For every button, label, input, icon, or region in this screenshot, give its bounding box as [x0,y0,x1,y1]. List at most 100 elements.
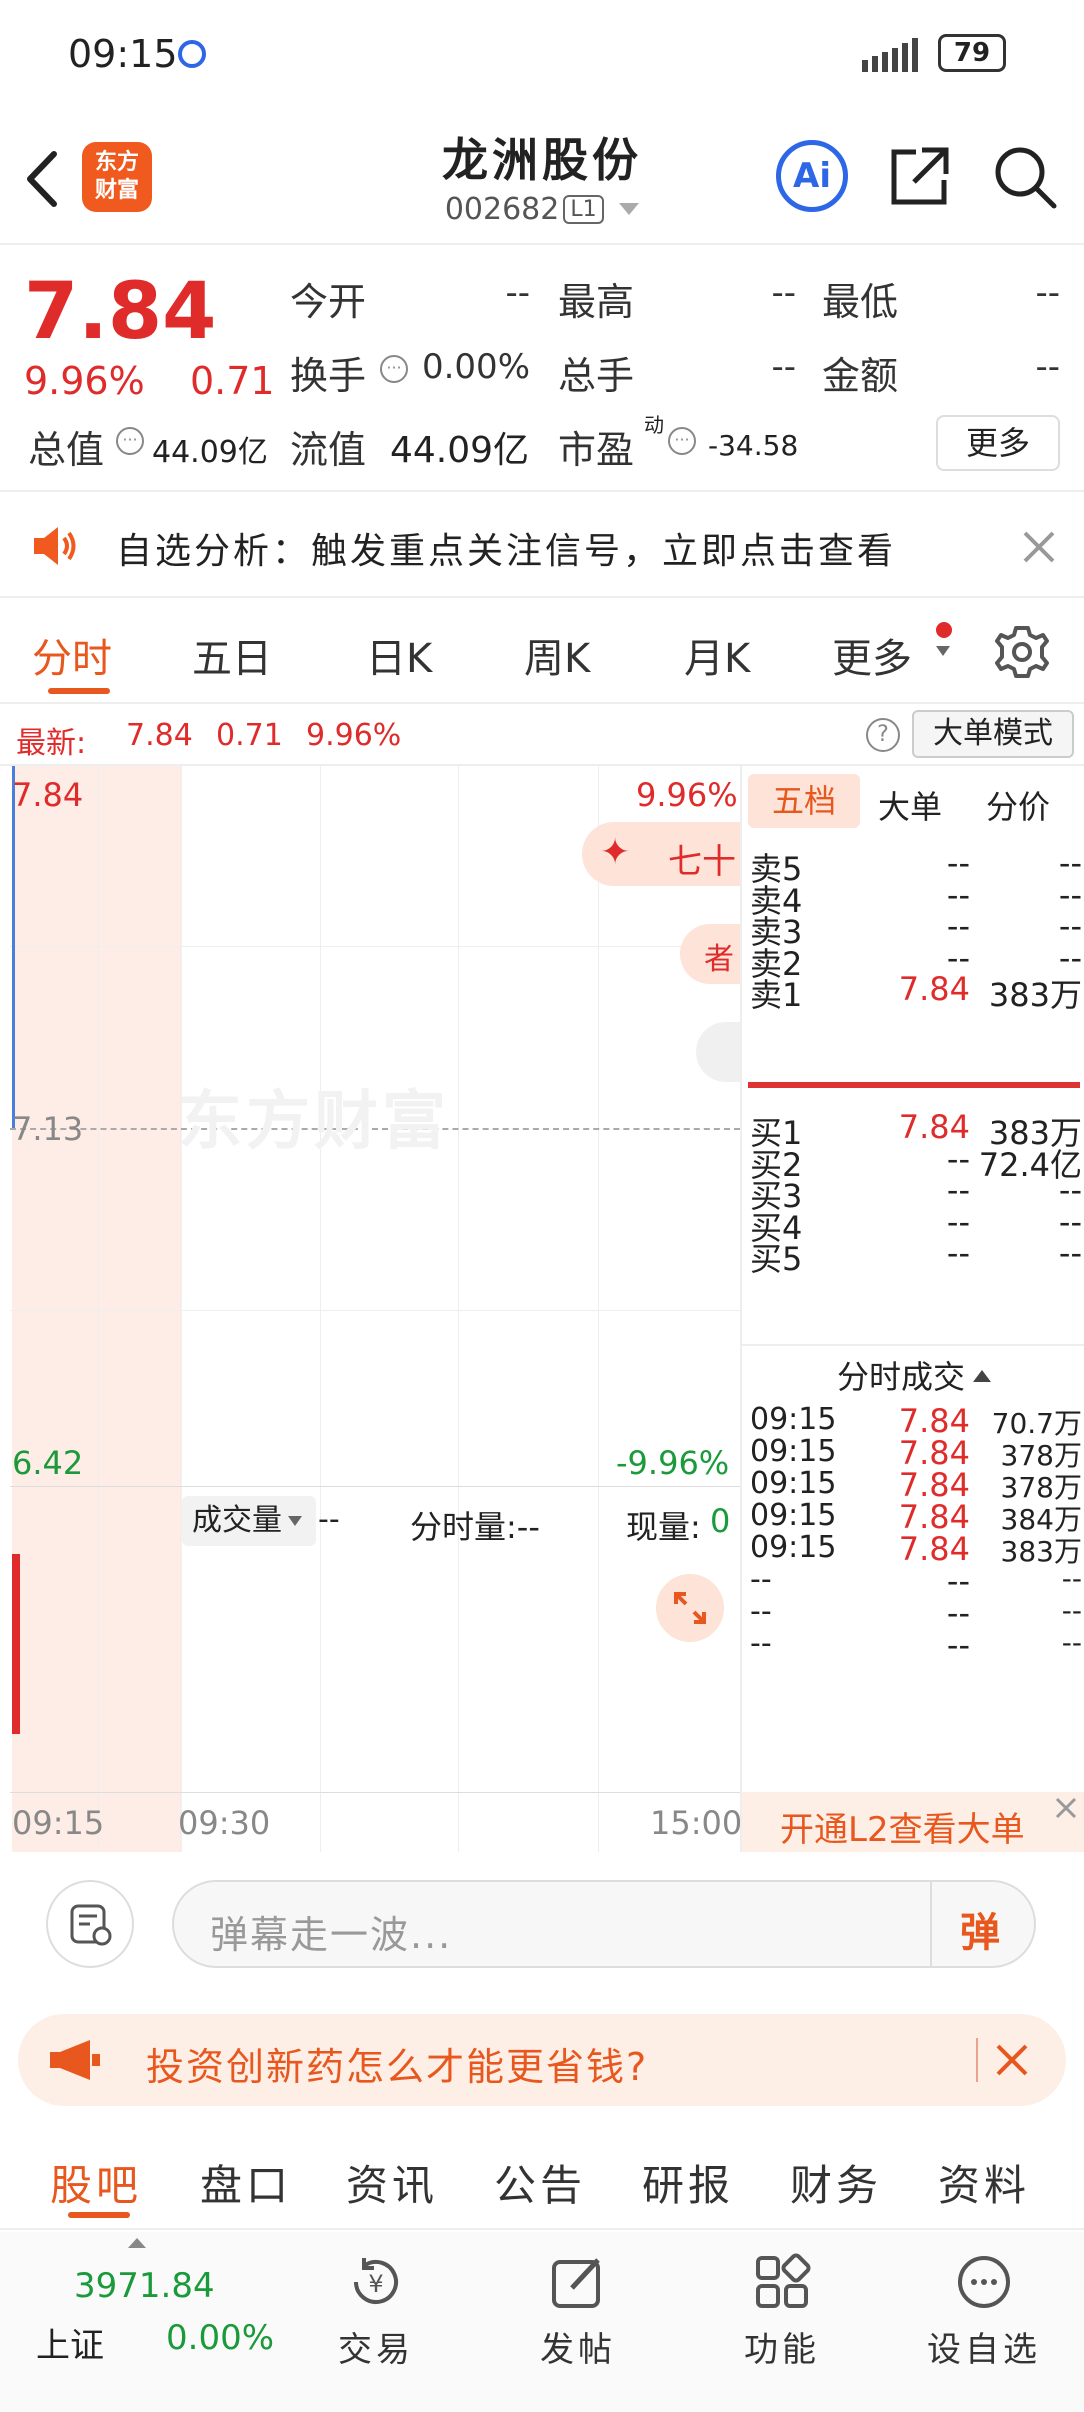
ticks-title: 分时成交 [836,1358,965,1396]
status-bar: 09:15 79 [0,0,1084,110]
book-tab-big-order[interactable]: 大单 [878,782,942,828]
tick-row-time: 09:15 [750,1402,837,1437]
content-tabs: 股吧 盘口 资讯 公告 研报 财务 资料 [0,2126,1084,2230]
nav-post[interactable]: 发帖 [508,2252,648,2371]
volume-bar [12,1554,20,1734]
book-tab-five-level[interactable]: 五档 [748,774,860,828]
low-value: -- [1035,273,1060,313]
speaker-icon [34,527,76,565]
minute-volume: 分时量:-- [410,1508,540,1546]
firecracker-icon: ✦ [600,832,631,873]
stock-code: 002682 [444,192,560,227]
intraday-chart[interactable]: 东方财富 7.84 7.13 6.42 9.96% -9.96% ✦ 七十 者 … [10,766,742,1852]
grid-line [598,766,599,1852]
help-icon[interactable]: ? [866,718,900,752]
bid-row-volume: -- [1058,1234,1082,1272]
promo-banner[interactable]: 投资创新药怎么才能更省钱? [18,2014,1066,2106]
pct-axis-high: 9.96% [636,776,738,814]
latest-pct: 9.96% [306,718,402,753]
index-value: 3971.84 [74,2266,215,2306]
tab-profile[interactable]: 资料 [938,2152,1030,2213]
tab-finance[interactable]: 财务 [790,2152,882,2213]
market-cap-label: 总值 [28,428,105,472]
grid-icon [712,2252,852,2322]
tab-more[interactable]: 更多 [832,626,912,684]
active-tab-indicator [48,688,110,694]
latest-label: 最新: [16,726,87,761]
tab-news[interactable]: 资讯 [346,2152,438,2213]
nav-trade[interactable]: ¥ 交易 [306,2252,446,2371]
ask-row: 卖1 7.84 383万 [750,970,1082,1016]
tick-row-time: 09:15 [750,1434,837,1469]
tab-order-book[interactable]: 盘口 [200,2152,292,2213]
close-icon[interactable] [994,2042,1030,2078]
l2-banner[interactable]: 开通L2查看大单 [742,1792,1084,1852]
pct-axis-low: -9.96% [616,1444,730,1482]
trade-icon: ¥ [306,2252,446,2322]
tab-weekly-k[interactable]: 周K [524,626,590,684]
tab-research[interactable]: 研报 [642,2152,734,2213]
latest-price: 7.84 [126,718,193,753]
pe-value: -34.58 [708,429,799,462]
chevron-up-icon [128,2238,146,2248]
price-line [12,766,15,1128]
volume-value: -- [318,1502,340,1537]
info-icon[interactable]: ··· [116,427,144,455]
tab-five-day[interactable]: 五日 [192,626,272,684]
bid-row: 买5 -- -- [750,1234,1082,1280]
open-label: 今开 [290,280,367,324]
event-bubble[interactable]: ✦ 七十 [582,822,742,886]
level-badge: L1 [563,195,604,224]
high-label: 最高 [558,280,635,324]
nav-add-watchlist[interactable]: 设自选 [914,2252,1054,2371]
tick-row-price: -- [946,1626,970,1664]
info-icon[interactable]: ··· [668,427,696,455]
change-amount: 0.71 [190,359,275,403]
ai-button[interactable]: Ai [776,140,848,212]
share-icon[interactable] [888,144,952,208]
grid-line [458,766,459,1852]
tab-guba[interactable]: 股吧 [50,2152,142,2213]
signal-icon [862,38,918,72]
info-icon[interactable]: ··· [380,355,408,383]
comment-bar: 弹幕走一波... 弹 [0,1856,1084,1996]
volume-selector[interactable]: 成交量 [182,1496,316,1546]
search-icon[interactable] [992,144,1058,210]
current-volume-value: 0 [710,1502,731,1540]
tab-intraday[interactable]: 分时 [32,626,112,684]
event-bubble[interactable]: 者 [680,924,742,984]
amount-label: 金额 [822,354,899,398]
gear-icon[interactable] [994,624,1050,680]
event-bubble[interactable] [696,1022,742,1082]
tab-monthly-k[interactable]: 月K [684,626,750,684]
volume-label: 总手 [558,354,635,398]
y-axis-mid: 7.13 [12,1110,84,1148]
book-tab-price-dist[interactable]: 分价 [986,782,1050,828]
float-cap-value: 44.09亿 [390,430,530,471]
danmaku-input[interactable]: 弹幕走一波... 弹 [172,1880,1036,1968]
comment-list-button[interactable] [46,1880,134,1968]
bid-row-price: -- [946,1234,970,1272]
big-order-mode-button[interactable]: 大单模式 [912,710,1074,758]
tab-announcements[interactable]: 公告 [494,2152,586,2213]
list-settings-icon [70,1904,112,1946]
send-danmaku-button[interactable]: 弹 [960,1900,1000,1958]
tick-row-time: -- [750,1594,772,1629]
y-axis-high: 7.84 [12,776,84,814]
more-button[interactable]: 更多 [936,415,1060,471]
nav-post-label: 发帖 [540,2330,616,2370]
tab-daily-k[interactable]: 日K [366,626,432,684]
notice-bar[interactable]: 自选分析：触发重点关注信号，立即点击查看 [0,494,1084,598]
index-widget[interactable]: 3971.84 上证 0.00% [20,2232,280,2412]
tick-row-time: -- [750,1562,772,1597]
tick-row-time: 09:15 [750,1530,837,1565]
nav-features[interactable]: 功能 [712,2252,852,2371]
change-percent: 9.96% [24,359,145,403]
open-value: -- [505,273,530,313]
expand-button[interactable] [656,1574,724,1642]
market-cap-value: 44.09亿 [152,435,268,470]
ticks-title-row[interactable]: 分时成交 [742,1352,1084,1398]
notice-text: 自选分析：触发重点关注信号，立即点击查看 [116,531,897,572]
close-icon[interactable] [1054,1796,1078,1820]
close-icon[interactable] [1022,530,1056,564]
